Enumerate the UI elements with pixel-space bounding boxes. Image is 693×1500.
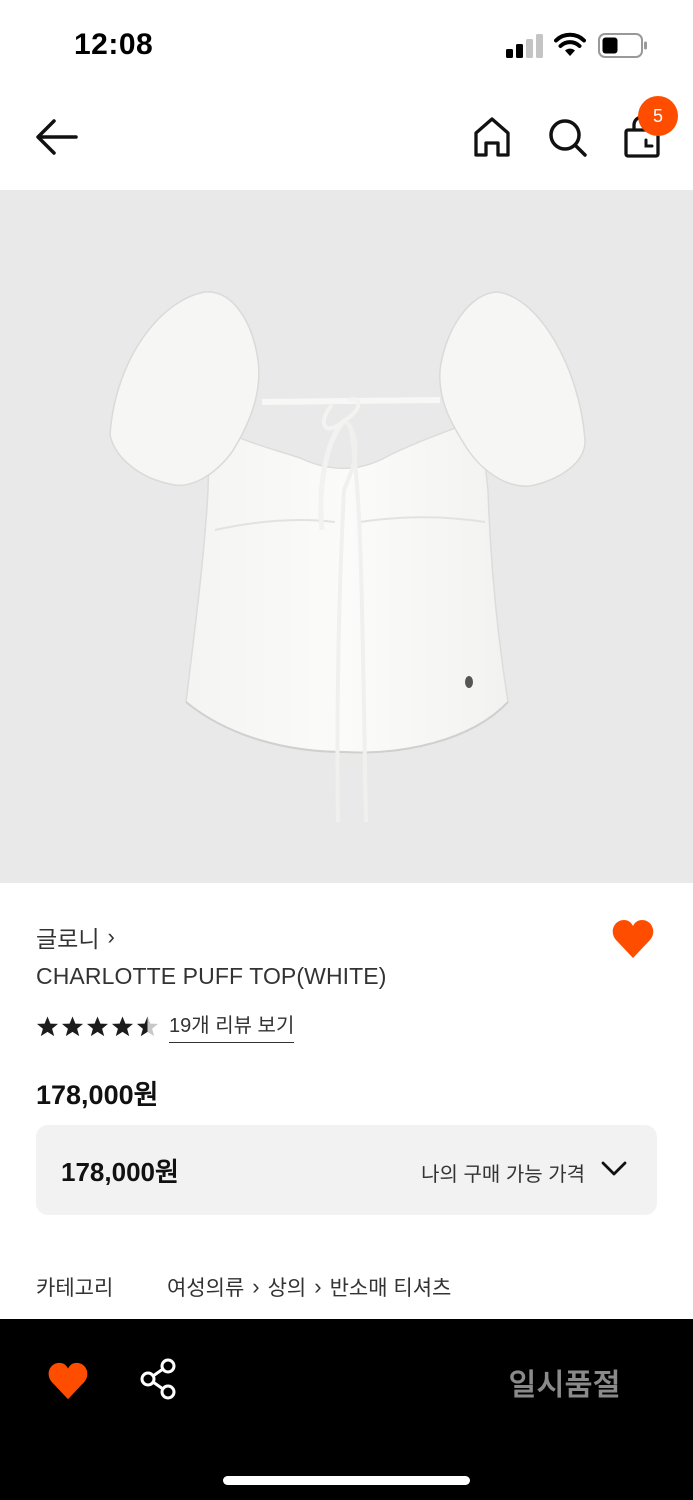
soldout-button[interactable]: 일시품절: [509, 1360, 621, 1404]
home-icon[interactable]: [470, 114, 514, 160]
brand-name: 글로니: [36, 926, 100, 952]
search-icon[interactable]: [545, 114, 589, 160]
heart-icon[interactable]: [610, 916, 656, 962]
chevron-right-icon: ›: [252, 1274, 260, 1299]
half-star-icon: [136, 1015, 159, 1036]
star-rating: [36, 1015, 159, 1038]
share-icon[interactable]: [138, 1357, 180, 1401]
category-label: 카테고리: [36, 1277, 114, 1300]
product-image[interactable]: [0, 190, 693, 883]
back-arrow-icon[interactable]: [34, 116, 80, 158]
breadcrumb-item[interactable]: 여성의류: [167, 1272, 244, 1302]
cellular-signal-icon: [506, 34, 543, 58]
top-nav: 5: [0, 92, 693, 190]
chevron-down-icon: [601, 1161, 627, 1176]
star-icon: [111, 1015, 134, 1036]
breadcrumb-item[interactable]: 반소매 티셔츠: [330, 1272, 452, 1302]
chevron-right-icon: ›: [107, 924, 115, 949]
purchase-price-label: 나의 구매 가능 가격: [421, 1164, 585, 1186]
star-icon: [86, 1015, 109, 1036]
rating-row: 19개 리뷰 보기: [36, 1009, 295, 1043]
heart-icon[interactable]: [46, 1359, 90, 1403]
status-bar: 12:08: [0, 0, 693, 92]
puff-top-illustration: [109, 291, 586, 823]
status-time: 12:08: [74, 28, 154, 61]
brand-link[interactable]: 글로니 ›: [36, 920, 115, 954]
breadcrumb-item[interactable]: 상의: [268, 1272, 307, 1302]
wifi-icon: [554, 32, 586, 56]
cart-count-badge: 5: [638, 96, 678, 136]
star-icon: [36, 1015, 59, 1036]
purchase-price-value: 178,000원: [61, 1157, 179, 1187]
battery-icon: [598, 33, 647, 58]
product-name: CHARLOTTE PUFF TOP(WHITE): [36, 963, 387, 989]
star-icon: [61, 1015, 84, 1036]
purchase-price-dropdown[interactable]: 178,000원 나의 구매 가능 가격: [36, 1125, 657, 1215]
product-price: 178,000원: [36, 1080, 159, 1110]
chevron-right-icon: ›: [314, 1274, 322, 1299]
review-link[interactable]: 19개 리뷰 보기: [169, 1009, 295, 1043]
category-breadcrumb: 카테고리 여성의류 › 상의 › 반소매 티셔츠: [36, 1272, 451, 1302]
bottom-action-bar: 일시품절: [0, 1319, 693, 1500]
home-indicator: [223, 1476, 470, 1485]
